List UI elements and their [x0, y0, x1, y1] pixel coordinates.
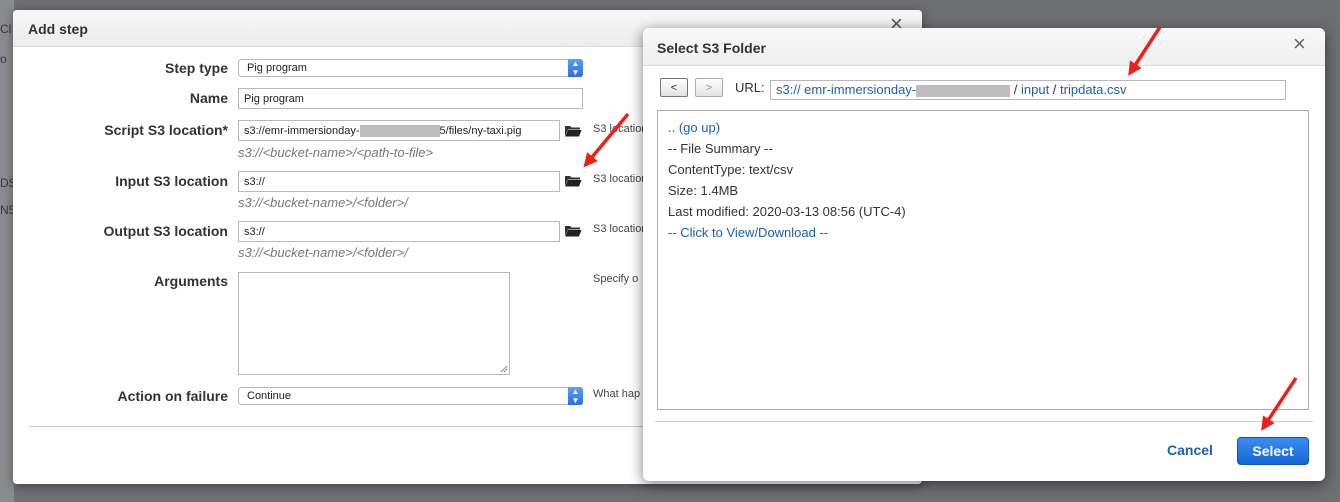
arrow-annotation [1261, 377, 1298, 431]
arrow-annotation [583, 112, 630, 168]
annotation-arrows [583, 26, 1298, 431]
arrow-annotation [1128, 26, 1162, 76]
